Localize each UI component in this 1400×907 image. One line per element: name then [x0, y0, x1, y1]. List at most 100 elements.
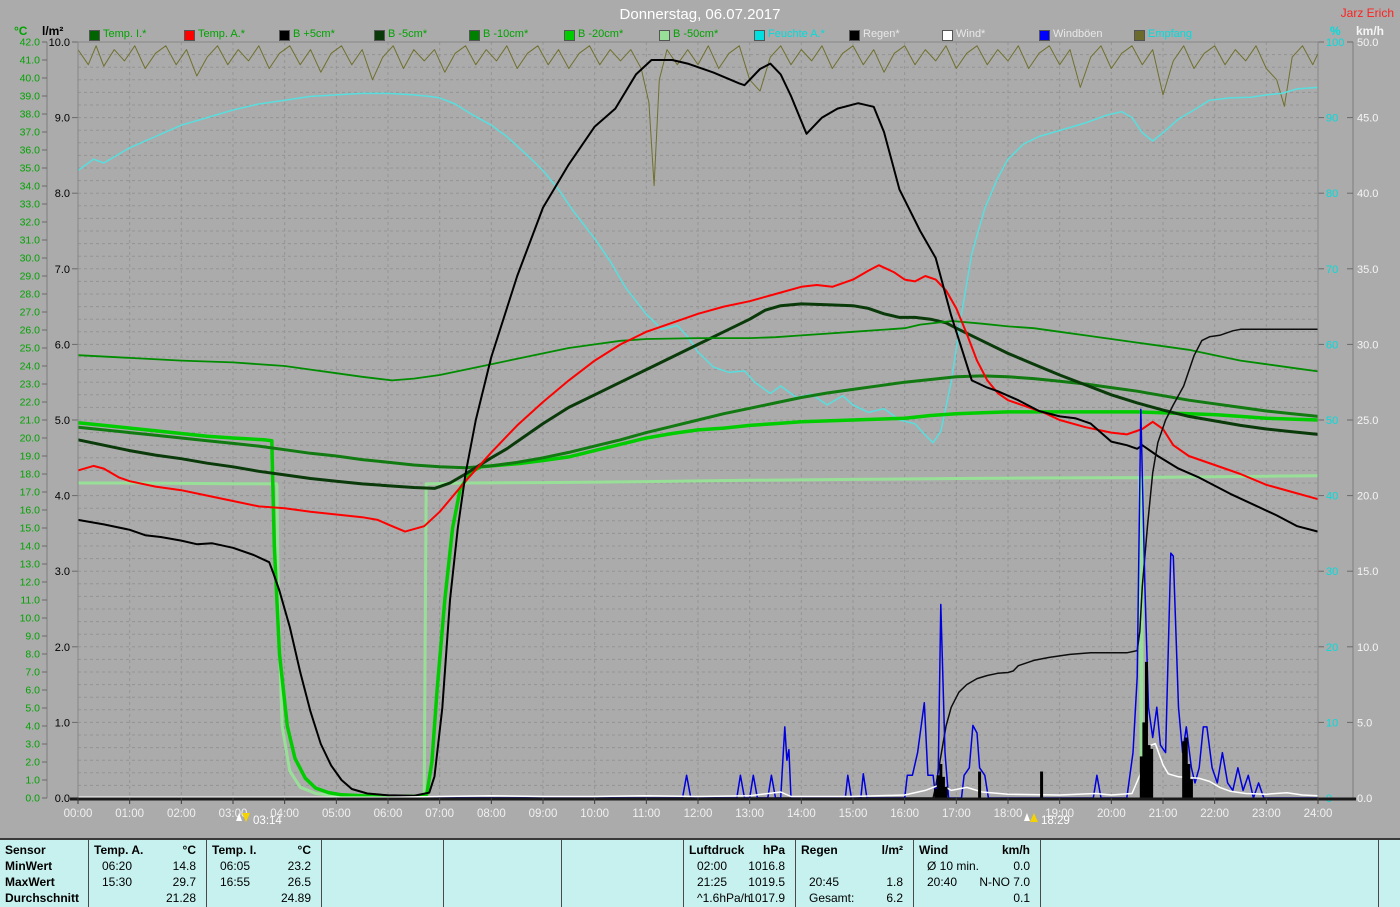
svg-text:37.0: 37.0	[20, 127, 41, 139]
svg-text:09:00: 09:00	[529, 808, 558, 820]
svg-text:7.0: 7.0	[25, 667, 40, 679]
svg-text:14.0: 14.0	[20, 541, 41, 553]
svg-text:7.0: 7.0	[55, 264, 70, 276]
svg-text:11.0: 11.0	[20, 595, 40, 607]
stats-row-label: Durchschnitt	[5, 891, 85, 905]
svg-text:34.0: 34.0	[20, 181, 41, 193]
chart-plot-area: 0.0 1.0 2.0 3.0 4.0 5.0 6.0 7.0 8.0 9.0 10.0 11.0 12…	[0, 0, 1400, 907]
svg-text:30: 30	[1326, 566, 1338, 578]
svg-text:100: 100	[1326, 37, 1344, 49]
stats-value: 29.7	[88, 875, 196, 889]
svg-text:1.0: 1.0	[55, 717, 70, 729]
stats-col-unit: °C	[88, 843, 196, 857]
svg-text:08:00: 08:00	[477, 808, 506, 820]
stats-row-label: Sensor	[5, 843, 85, 857]
svg-text:50: 50	[1326, 415, 1338, 427]
svg-text:12.0: 12.0	[20, 577, 41, 589]
svg-text:10.0: 10.0	[1357, 642, 1378, 654]
svg-text:31.0: 31.0	[20, 235, 41, 247]
stats-value: 14.8	[88, 859, 196, 873]
svg-text:00:00: 00:00	[64, 808, 93, 820]
stats-value: 0.0	[913, 859, 1030, 873]
svg-text:24:00: 24:00	[1304, 808, 1333, 820]
stats-value: 23.2	[206, 859, 311, 873]
svg-text:27.0: 27.0	[20, 307, 41, 319]
svg-text:20.0: 20.0	[1357, 491, 1378, 503]
svg-text:17:00: 17:00	[942, 808, 971, 820]
svg-text:38.0: 38.0	[20, 109, 41, 121]
svg-text:29.0: 29.0	[20, 271, 41, 283]
table-divider	[561, 840, 562, 907]
svg-text:15.0: 15.0	[1357, 566, 1378, 578]
sun-marker-time: 03:14	[253, 815, 282, 827]
stats-col-unit: °C	[206, 843, 311, 857]
stats-value: 24.89	[206, 891, 311, 905]
stats-value: 21.28	[88, 891, 196, 905]
svg-text:35.0: 35.0	[20, 163, 41, 175]
svg-text:15:00: 15:00	[839, 808, 868, 820]
svg-text:23:00: 23:00	[1252, 808, 1281, 820]
svg-text:40.0: 40.0	[20, 73, 41, 85]
svg-text:25.0: 25.0	[1357, 415, 1378, 427]
svg-text:13.0: 13.0	[20, 559, 41, 571]
svg-text:9.0: 9.0	[25, 631, 40, 643]
svg-text:20.0: 20.0	[20, 433, 41, 445]
stats-value: 1019.5	[683, 875, 785, 889]
svg-text:12:00: 12:00	[684, 808, 713, 820]
svg-text:60: 60	[1326, 339, 1338, 351]
svg-text:26.0: 26.0	[20, 325, 41, 337]
stats-col-unit: l/m²	[795, 843, 903, 857]
stats-table: SensorMinWertMaxWertDurchschnittTemp. A.…	[0, 838, 1400, 907]
weather-chart-window: Donnerstag, 06.07.2017 Jarz Erich °C l/m…	[0, 0, 1400, 907]
svg-text:70: 70	[1326, 264, 1338, 276]
svg-text:32.0: 32.0	[20, 217, 41, 229]
svg-text:16.0: 16.0	[20, 505, 41, 517]
table-divider	[1040, 840, 1041, 907]
svg-text:0.0: 0.0	[25, 793, 40, 805]
svg-text:16:00: 16:00	[890, 808, 919, 820]
svg-text:11:00: 11:00	[632, 808, 660, 820]
svg-text:35.0: 35.0	[1357, 264, 1378, 276]
svg-text:23.0: 23.0	[20, 379, 41, 391]
stats-col-unit: km/h	[913, 843, 1030, 857]
svg-text:33.0: 33.0	[20, 199, 41, 211]
svg-text:20: 20	[1326, 642, 1338, 654]
svg-text:40: 40	[1326, 491, 1338, 503]
svg-text:21.0: 21.0	[20, 415, 41, 427]
table-divider	[321, 840, 322, 907]
svg-text:2.0: 2.0	[25, 757, 40, 769]
svg-text:9.0: 9.0	[55, 113, 70, 125]
svg-text:18:00: 18:00	[994, 808, 1023, 820]
sun-marker-time: 18:29	[1041, 815, 1070, 827]
svg-text:6.0: 6.0	[55, 339, 70, 351]
svg-text:28.0: 28.0	[20, 289, 41, 301]
stats-row-label: MaxWert	[5, 875, 85, 889]
svg-text:20:00: 20:00	[1097, 808, 1126, 820]
svg-text:15.0: 15.0	[20, 523, 41, 535]
svg-text:17.0: 17.0	[20, 487, 41, 499]
svg-text:50.0: 50.0	[1357, 37, 1378, 49]
svg-text:05:00: 05:00	[322, 808, 351, 820]
svg-text:02:00: 02:00	[167, 808, 196, 820]
svg-text:06:00: 06:00	[374, 808, 403, 820]
svg-text:3.0: 3.0	[55, 566, 70, 578]
svg-text:14:00: 14:00	[787, 808, 816, 820]
svg-text:45.0: 45.0	[1357, 113, 1378, 125]
svg-text:40.0: 40.0	[1357, 188, 1378, 200]
svg-text:10.0: 10.0	[49, 37, 70, 49]
svg-text:4.0: 4.0	[55, 491, 70, 503]
svg-text:10: 10	[1326, 717, 1338, 729]
stats-col-unit: hPa	[683, 843, 785, 857]
svg-text:22:00: 22:00	[1200, 808, 1229, 820]
svg-text:30.0: 30.0	[1357, 339, 1378, 351]
svg-text:90: 90	[1326, 113, 1338, 125]
svg-text:19.0: 19.0	[20, 451, 41, 463]
svg-text:0.0: 0.0	[55, 793, 70, 805]
stats-value: 6.2	[795, 891, 903, 905]
svg-text:5.0: 5.0	[25, 703, 40, 715]
stats-value: 1016.8	[683, 859, 785, 873]
svg-text:07:00: 07:00	[425, 808, 454, 820]
svg-text:8.0: 8.0	[55, 188, 70, 200]
stats-value: 26.5	[206, 875, 311, 889]
svg-text:10:00: 10:00	[580, 808, 609, 820]
